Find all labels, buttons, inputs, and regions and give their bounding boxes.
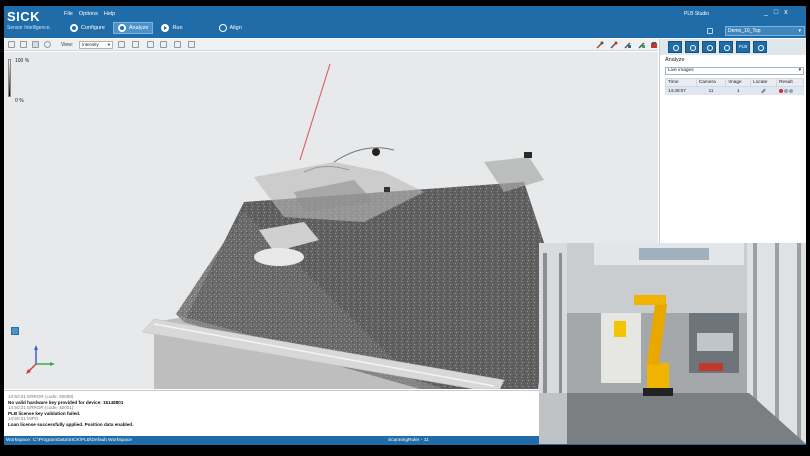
menu-file[interactable]: File [64, 11, 73, 17]
axis-gizmo-icon [26, 345, 55, 374]
viewer-toolbar: View: Intensity ▾ [4, 39, 658, 51]
legend-min-label: 0 % [15, 98, 24, 104]
pointer-icon[interactable] [8, 41, 15, 48]
view-select[interactable]: Intensity ▾ [79, 41, 113, 49]
maximize-button[interactable]: □ [774, 9, 778, 17]
factory-camera-image [539, 243, 806, 444]
analyze-panel: PLB Analyze Live images ▾ Time Camera Im… [659, 39, 806, 249]
tab-wand-icon[interactable] [702, 41, 716, 53]
window-controls: _ □ x [764, 9, 788, 17]
message-log: 14:50:31 ERROR (code: 40008) No valid ha… [4, 390, 539, 436]
logo-tagline: Sensor Intelligence. [7, 25, 51, 31]
project-select[interactable]: Demo_10_Top ▾ [725, 26, 805, 36]
fail-icon [779, 88, 784, 93]
cell-camera: 11 [695, 86, 727, 95]
live-images-value: Live images [668, 68, 694, 73]
mode-switcher: Configure Analyze Run Align [66, 22, 246, 34]
view-label: View: [61, 42, 74, 48]
logo-wordmark: SICK [7, 9, 41, 24]
list-icon[interactable] [132, 41, 139, 48]
chevron-down-icon: ▾ [107, 42, 110, 47]
tab-plb[interactable]: PLB [736, 41, 750, 53]
menu-bar: File Options Help [64, 11, 115, 17]
intensity-legend-bar [8, 59, 11, 97]
legend-max-label: 100 % [15, 58, 30, 64]
mode-configure-label: Configure [81, 25, 105, 31]
tab-probe-icon[interactable] [685, 41, 699, 53]
mode-align-label: Align [229, 25, 242, 31]
tool-c-icon[interactable] [624, 41, 632, 49]
color-icon[interactable] [118, 41, 125, 48]
results-table: Time Camera Image Locate Result 14:48:07… [665, 78, 804, 95]
menu-options[interactable]: Options [79, 11, 98, 17]
mode-align[interactable]: Align [215, 22, 246, 34]
align-icon [218, 24, 227, 32]
col-time[interactable]: Time [665, 78, 697, 87]
col-image[interactable]: Image [725, 78, 752, 87]
mode-run-label: Run [172, 25, 183, 31]
tab-settings-icon[interactable] [753, 41, 767, 53]
measure-icon[interactable] [174, 41, 181, 48]
close-button[interactable]: x [784, 9, 788, 17]
tool-e-icon[interactable] [650, 41, 658, 49]
app-header: SICK Sensor Intelligence. File Options H… [4, 6, 806, 38]
analyze-icon [117, 24, 126, 32]
gear-icon [70, 24, 78, 32]
table-row[interactable]: 14:48:07 11 1 [665, 86, 804, 95]
cell-time: 14:48:07 [665, 86, 697, 95]
cell-result [776, 86, 804, 95]
project-select-value: Demo_10_Top [728, 28, 761, 34]
tool-d-icon[interactable] [638, 41, 646, 49]
sick-logo: SICK Sensor Intelligence. [7, 9, 58, 35]
log-message: Loan license successfully applied. Posit… [8, 421, 134, 427]
cell-locate [750, 86, 778, 95]
live-images-select[interactable]: Live images ▾ [665, 67, 804, 75]
cell-image: 1 [725, 86, 752, 95]
expand-icon[interactable] [160, 41, 167, 48]
pan-icon[interactable] [20, 41, 27, 48]
tool-a-icon[interactable] [596, 41, 604, 49]
camera-video-overlay [539, 243, 806, 444]
fit-icon[interactable] [147, 41, 154, 48]
locate-icon [761, 88, 767, 94]
status-icon [784, 88, 789, 93]
tab-search-icon[interactable] [668, 41, 682, 53]
rotate-icon[interactable] [32, 41, 39, 48]
minimize-button[interactable]: _ [764, 9, 768, 17]
play-icon [161, 24, 170, 32]
col-result[interactable]: Result [776, 78, 804, 87]
panel-tabs: PLB [660, 39, 806, 55]
view-select-value: Intensity [82, 42, 99, 47]
mode-run[interactable]: Run [157, 22, 186, 34]
zoom-icon[interactable] [44, 41, 51, 48]
lock-icon [707, 28, 713, 34]
chevron-down-icon: ▾ [798, 28, 801, 34]
tab-filter-icon[interactable] [719, 41, 733, 53]
chevron-down-icon: ▾ [798, 68, 801, 73]
panel-toggle-button[interactable] [11, 327, 19, 335]
mode-analyze-label: Analyze [128, 25, 149, 31]
col-locate[interactable]: Locate [750, 78, 778, 87]
panel-title: Analyze [665, 57, 685, 63]
workspace-path: Workspace: C:\ProgramData\SICK\PLB\Defau… [6, 438, 132, 443]
mode-configure[interactable]: Configure [66, 22, 109, 34]
scanning-device: ScanningRuler - 11 [388, 438, 429, 443]
window-title: PLB Studio [684, 11, 710, 17]
mode-analyze[interactable]: Analyze [112, 22, 154, 34]
col-camera[interactable]: Camera [695, 78, 727, 87]
ruler-icon[interactable] [188, 41, 195, 48]
tool-b-icon[interactable] [610, 41, 618, 49]
menu-help[interactable]: Help [104, 11, 115, 17]
status-icon [789, 88, 794, 93]
